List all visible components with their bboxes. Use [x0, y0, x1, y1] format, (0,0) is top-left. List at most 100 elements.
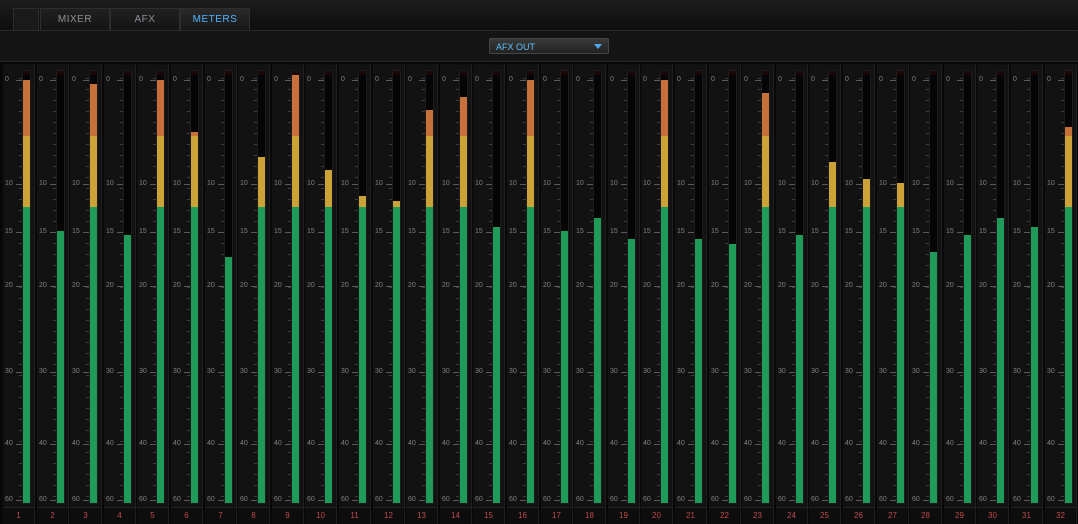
- scale-label: 40: [307, 440, 315, 447]
- scale-label: 60: [610, 496, 618, 503]
- clip-indicator: [527, 71, 534, 75]
- scale-label: 0: [912, 76, 916, 83]
- scale-label: 20: [811, 282, 819, 289]
- scale-label: 15: [207, 228, 215, 235]
- meter-fill-orange: [157, 79, 164, 136]
- scale-label: 15: [72, 228, 80, 235]
- meter-fill-green: [762, 207, 769, 503]
- clip-indicator: [964, 71, 971, 75]
- meters-window: MIXER AFX METERS AFX OUT 0 10 15 20 30 40 60 1 0…: [0, 0, 1078, 524]
- scale-label: 30: [1013, 368, 1021, 375]
- clip-indicator: [561, 71, 568, 75]
- tab-afx[interactable]: AFX: [110, 8, 180, 30]
- scale-label: 15: [946, 228, 954, 235]
- scale-label: 60: [442, 496, 450, 503]
- scale-label: 40: [274, 440, 282, 447]
- meter-scale: 0 10 15 20 30 40 60: [1011, 64, 1030, 504]
- scale-label: 10: [509, 180, 517, 187]
- scale-label: 30: [442, 368, 450, 375]
- channel-label: 16: [507, 507, 538, 524]
- channel-label: 1: [3, 507, 34, 524]
- clip-indicator: [661, 71, 668, 75]
- scale-label: 60: [274, 496, 282, 503]
- meter-fill-orange: [191, 131, 198, 136]
- scale-label: 10: [845, 180, 853, 187]
- channel-strip-10: 0 10 15 20 30 40 60 10: [305, 64, 337, 524]
- scale-label: 0: [274, 76, 278, 83]
- scale-label: 40: [375, 440, 383, 447]
- scale-label: 15: [845, 228, 853, 235]
- level-meter: [459, 70, 468, 504]
- scale-label: 15: [677, 228, 685, 235]
- scale-label: 60: [173, 496, 181, 503]
- tab-left-stub[interactable]: [13, 8, 39, 31]
- channel-strip-29: 0 10 15 20 30 40 60 29: [944, 64, 976, 524]
- meter-fill-green: [23, 207, 30, 503]
- clip-indicator: [729, 71, 736, 75]
- scale-label: 10: [274, 180, 282, 187]
- scale-label: 15: [475, 228, 483, 235]
- level-meter: [156, 70, 165, 504]
- meter-fill-green: [157, 207, 164, 503]
- meter-fill-green: [897, 207, 904, 503]
- meter-scale: 0 10 15 20 30 40 60: [877, 64, 896, 504]
- scale-label: 0: [240, 76, 244, 83]
- scale-label: 30: [811, 368, 819, 375]
- meter-scale: 0 10 15 20 30 40 60: [305, 64, 324, 504]
- output-select[interactable]: AFX OUT: [489, 38, 609, 54]
- meter-scale: 0 10 15 20 30 40 60: [574, 64, 593, 504]
- scale-label: 40: [643, 440, 651, 447]
- meter-scale: 0 10 15 20 30 40 60: [373, 64, 392, 504]
- scale-label: 40: [207, 440, 215, 447]
- scale-label: 40: [475, 440, 483, 447]
- scale-label: 10: [711, 180, 719, 187]
- channel-label: 3: [70, 507, 101, 524]
- level-meter: [392, 70, 401, 504]
- scale-label: 30: [240, 368, 248, 375]
- scale-label: 60: [811, 496, 819, 503]
- channel-label: 28: [910, 507, 941, 524]
- level-meter: [22, 70, 31, 504]
- channel-label: 27: [877, 507, 908, 524]
- scale-label: 30: [106, 368, 114, 375]
- scale-label: 0: [5, 76, 9, 83]
- scale-label: 30: [408, 368, 416, 375]
- channel-label: 11: [339, 507, 370, 524]
- tab-mixer[interactable]: MIXER: [40, 8, 110, 30]
- scale-label: 10: [677, 180, 685, 187]
- channel-strip-18: 0 10 15 20 30 40 60 18: [574, 64, 606, 524]
- scale-label: 15: [711, 228, 719, 235]
- meter-fill-green: [292, 207, 299, 503]
- channel-label: 6: [171, 507, 202, 524]
- scale-label: 0: [173, 76, 177, 83]
- scale-label: 60: [375, 496, 383, 503]
- meter-scale: 0 10 15 20 30 40 60: [339, 64, 358, 504]
- scale-label: 0: [106, 76, 110, 83]
- channel-strip-13: 0 10 15 20 30 40 60 13: [406, 64, 438, 524]
- tab-meters[interactable]: METERS: [180, 8, 250, 30]
- meter-scale: 0 10 15 20 30 40 60: [776, 64, 795, 504]
- scale-label: 40: [744, 440, 752, 447]
- level-meter: [862, 70, 871, 504]
- clip-indicator: [762, 71, 769, 75]
- level-meter: [627, 70, 636, 504]
- scale-label: 15: [139, 228, 147, 235]
- meter-fill-orange: [90, 83, 97, 136]
- channel-strip-14: 0 10 15 20 30 40 60 14: [440, 64, 472, 524]
- scale-label: 20: [375, 282, 383, 289]
- meter-fill-green: [1065, 207, 1072, 503]
- level-meter: [291, 70, 300, 504]
- channel-label: 9: [272, 507, 303, 524]
- scale-label: 40: [946, 440, 954, 447]
- scale-label: 10: [39, 180, 47, 187]
- meter-fill-orange: [527, 79, 534, 136]
- channel-label: 26: [843, 507, 874, 524]
- scale-label: 15: [375, 228, 383, 235]
- scale-label: 30: [979, 368, 987, 375]
- scale-label: 30: [307, 368, 315, 375]
- scale-label: 40: [509, 440, 517, 447]
- meter-fill-green: [57, 230, 64, 503]
- scale-label: 60: [39, 496, 47, 503]
- channel-strip-16: 0 10 15 20 30 40 60 16: [507, 64, 539, 524]
- scale-label: 10: [106, 180, 114, 187]
